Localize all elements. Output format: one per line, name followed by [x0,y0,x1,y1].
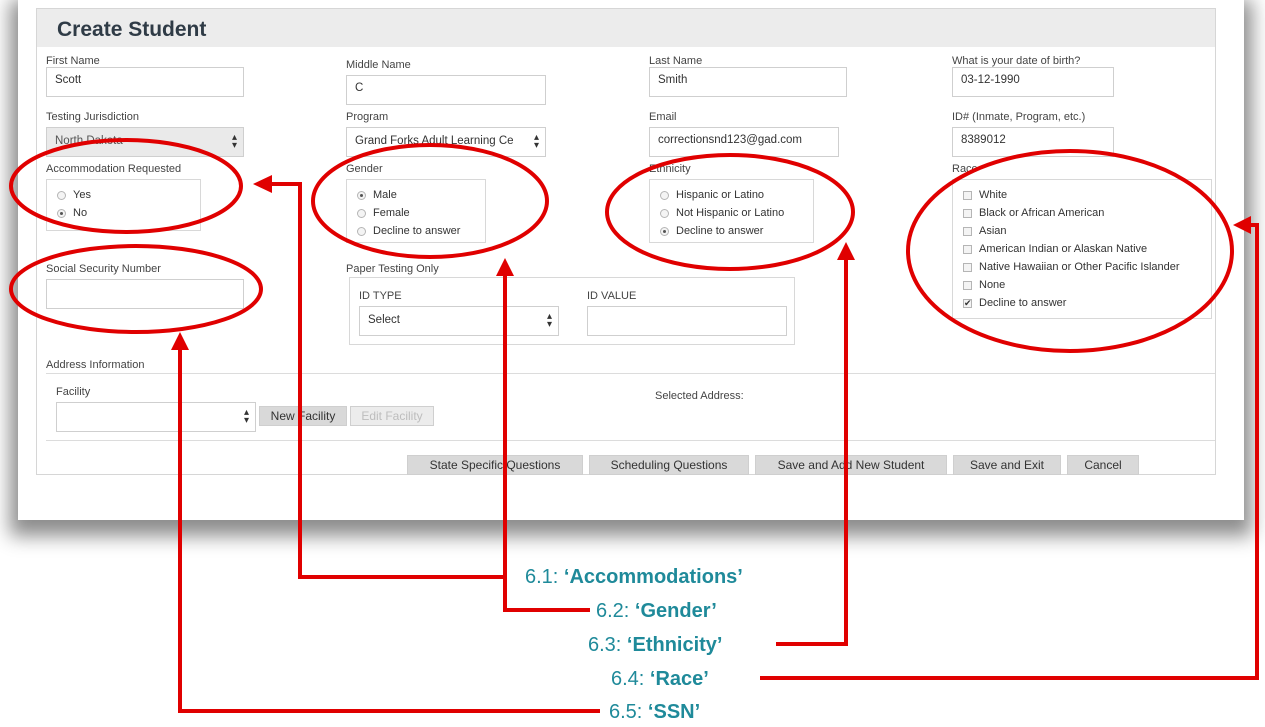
ethnicity-arrowhead [837,242,855,260]
accommodation-leader-line [270,182,505,579]
annotation-gender: 6.2: ‘Gender’ [596,600,717,623]
annotation-number: 6.1: [525,566,564,588]
annotation-text: ‘Ethnicity’ [626,634,723,656]
ssn-leader-line [178,346,600,713]
gender-arrowhead [496,258,514,276]
annotation-number: 6.3: [588,634,627,656]
ethnicity-leader-line [776,254,848,646]
annotation-text: ‘Gender’ [634,600,717,622]
gender-leader-line [503,270,590,612]
annotation-race: 6.4: ‘Race’ [611,668,709,691]
race-arrowhead [1233,216,1251,234]
annotation-text: ‘Accommodations’ [563,566,743,588]
race-highlight-ellipse [906,149,1234,353]
ssn-highlight-ellipse [9,244,263,334]
accommodation-arrowhead [253,175,272,193]
annotation-text: ‘SSN’ [647,701,701,723]
annotation-number: 6.2: [596,600,635,622]
accommodation-highlight-ellipse [9,138,243,234]
ethnicity-highlight-ellipse [605,153,855,271]
race-leader-line [760,223,1259,680]
annotation-number: 6.5: [609,701,648,723]
annotation-ethnicity: 6.3: ‘Ethnicity’ [588,634,723,657]
ssn-arrowhead [171,332,189,350]
gender-highlight-ellipse [311,143,549,259]
annotation-number: 6.4: [611,668,650,690]
annotation-text: ‘Race’ [649,668,709,690]
annotation-ssn: 6.5: ‘SSN’ [609,701,700,724]
annotation-accommodations: 6.1: ‘Accommodations’ [525,566,743,589]
